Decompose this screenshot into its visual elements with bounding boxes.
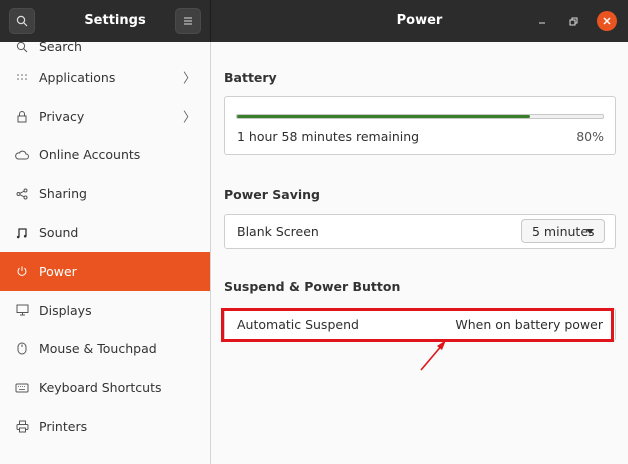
battery-section-title: Battery — [224, 70, 277, 85]
sidebar-item-label: Sharing — [39, 186, 87, 202]
share-icon — [14, 186, 30, 202]
sidebar-item-label: Keyboard Shortcuts — [39, 380, 162, 396]
automatic-suspend-value: When on battery power — [455, 317, 603, 332]
lock-icon — [14, 108, 30, 124]
automatic-suspend-label: Automatic Suspend — [237, 317, 359, 332]
hamburger-menu-icon — [184, 17, 192, 25]
sidebar-item-label: Mouse & Touchpad — [39, 341, 157, 357]
minimize-icon — [539, 22, 545, 24]
sidebar-item-label: Displays — [39, 302, 92, 318]
music-note-icon — [14, 225, 30, 241]
sidebar-item-label: Sound — [39, 225, 79, 241]
chevron-down-icon — [586, 229, 594, 234]
close-icon — [603, 17, 611, 25]
search-icon — [16, 15, 28, 27]
keyboard-icon — [14, 380, 30, 396]
sidebar-item-sharing[interactable]: Sharing — [0, 174, 210, 213]
sidebar-item-power[interactable]: Power — [0, 251, 210, 291]
restore-icon — [569, 17, 577, 25]
sidebar-item-label: Privacy — [39, 108, 85, 124]
main-content: Battery 1 hour 58 minutes remaining 80% … — [211, 42, 628, 464]
title-bar: Settings Power — [0, 0, 628, 42]
blank-screen-dropdown[interactable]: 5 minutes — [521, 219, 605, 243]
chevron-right-icon: 〉 — [182, 110, 196, 126]
sidebar-item-label: Online Accounts — [39, 147, 141, 163]
search-button[interactable] — [9, 8, 35, 34]
app-title: Settings — [84, 13, 146, 28]
battery-percent: 80% — [576, 129, 604, 144]
printer-icon — [14, 419, 30, 435]
sidebar-item-search[interactable]: Search — [0, 42, 210, 58]
sidebar-item-mouse-touchpad[interactable]: Mouse & Touchpad — [0, 330, 210, 369]
sidebar-header: Settings — [0, 0, 210, 42]
sidebar-item-privacy[interactable]: Privacy 〉 — [0, 97, 210, 136]
search-icon — [14, 42, 30, 55]
power-saving-section-title: Power Saving — [224, 187, 321, 202]
power-icon — [14, 263, 30, 279]
chevron-right-icon: 〉 — [182, 71, 196, 87]
sidebar-item-displays[interactable]: Displays — [0, 291, 210, 330]
sidebar: Search Applications 〉 Privacy 〉 Online A… — [0, 42, 211, 464]
maximize-button[interactable] — [563, 11, 583, 31]
sidebar-item-label: Power — [39, 263, 77, 279]
power-saving-card: Blank Screen 5 minutes — [224, 214, 616, 249]
sidebar-item-label: Printers — [39, 419, 88, 435]
display-icon — [14, 302, 30, 318]
battery-card: 1 hour 58 minutes remaining 80% — [224, 96, 616, 155]
sidebar-item-printers[interactable]: Printers — [0, 407, 210, 446]
cloud-icon — [14, 147, 30, 163]
sidebar-item-label: Search — [39, 42, 82, 54]
sidebar-item-keyboard-shortcuts[interactable]: Keyboard Shortcuts — [0, 368, 210, 407]
mouse-icon — [14, 341, 30, 357]
battery-level-fill — [237, 115, 530, 118]
sidebar-item-applications[interactable]: Applications 〉 — [0, 58, 210, 97]
suspend-section-title: Suspend & Power Button — [224, 279, 401, 294]
sidebar-item-label: Applications — [39, 69, 116, 85]
annotation-arrow-icon — [420, 340, 446, 371]
grid-icon — [14, 69, 30, 85]
sidebar-item-sound[interactable]: Sound — [0, 213, 210, 252]
menu-button[interactable] — [175, 8, 201, 34]
close-button[interactable] — [597, 11, 617, 31]
minimize-button[interactable] — [532, 11, 552, 31]
blank-screen-label: Blank Screen — [237, 224, 319, 239]
sidebar-item-online-accounts[interactable]: Online Accounts — [0, 136, 210, 175]
battery-remaining-text: 1 hour 58 minutes remaining — [237, 129, 420, 144]
battery-level-bar — [236, 114, 604, 119]
